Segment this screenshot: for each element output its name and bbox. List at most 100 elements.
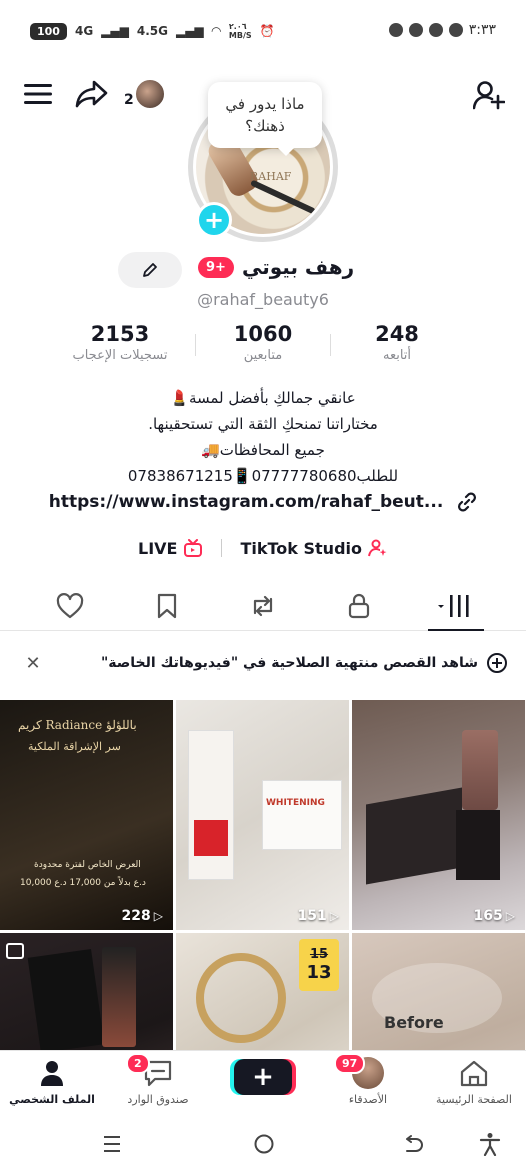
expired-stories-banner[interactable]: ✕ شاهد القصص منتهية الصلاحية في "فيديوها… bbox=[0, 640, 526, 686]
promo-text: العرض الخاص لفترة محدودة bbox=[34, 860, 141, 870]
studio-label: TikTok Studio bbox=[240, 538, 362, 558]
following-count: 248 bbox=[375, 322, 419, 346]
lipstick-case bbox=[456, 810, 500, 880]
likes-stat[interactable]: 2153 تسجيلات الإعجاب bbox=[45, 322, 195, 363]
add-circle-icon bbox=[487, 653, 507, 673]
recent-apps-button[interactable] bbox=[98, 1130, 126, 1158]
live-button[interactable]: LIVE bbox=[138, 539, 203, 558]
create-button[interactable]: + bbox=[234, 1059, 292, 1095]
view-count: 228 ▷ bbox=[122, 908, 163, 924]
product-label bbox=[194, 820, 228, 856]
tab-videos[interactable] bbox=[428, 583, 484, 631]
back-icon bbox=[406, 1135, 423, 1152]
bio-line: جميع المحافظات🚚 bbox=[201, 441, 325, 459]
circle-home-icon bbox=[254, 1134, 274, 1154]
person-icon bbox=[41, 1061, 63, 1086]
stats-row: 2153 تسجيلات الإعجاب 1060 متابعين 248 أت… bbox=[0, 322, 526, 374]
alarm-icon: ⏰ bbox=[259, 24, 275, 38]
telegram-icon bbox=[408, 23, 423, 37]
video-thumbnail[interactable]: كريم Radiance باللؤلؤ سر الإشراقة الملكي… bbox=[0, 700, 173, 930]
accessibility-icon bbox=[479, 1133, 501, 1156]
product-text: WHITENING bbox=[266, 798, 325, 808]
bio-line: مختاراتنا تمنحكِ الثقة التي تستحقينها. bbox=[148, 415, 378, 433]
live-label: LIVE bbox=[138, 538, 178, 558]
add-user-icon bbox=[473, 81, 505, 110]
lipstick-shape bbox=[462, 730, 498, 810]
network-indicator-1: 4G bbox=[74, 24, 94, 38]
notification-badge[interactable]: 9+ bbox=[198, 257, 234, 278]
thought-bubble[interactable]: ماذا يدور في ذهنك؟ bbox=[208, 82, 322, 156]
signal-icon-2: ▂▄▆ bbox=[175, 24, 204, 38]
nav-profile[interactable]: الملف الشخصي bbox=[2, 1057, 102, 1106]
nav-home-label: الصفحة الرئيسية bbox=[436, 1093, 512, 1106]
home-nav-icon bbox=[424, 1057, 524, 1089]
nav-inbox[interactable]: 2 صندوق الوارد bbox=[108, 1053, 208, 1106]
home-system-button[interactable] bbox=[250, 1130, 278, 1158]
heart-icon bbox=[56, 593, 84, 619]
tab-liked[interactable] bbox=[42, 583, 98, 629]
bio-line: للطلب07777780680📱07838671215 bbox=[127, 467, 399, 485]
video-title: كريم Radiance باللؤلؤ bbox=[18, 718, 137, 732]
data-speed: ٢.٠٦ MB/S bbox=[228, 22, 252, 40]
separator bbox=[221, 539, 223, 557]
following-stat[interactable]: 248 أتابعه bbox=[322, 322, 472, 363]
menu-button[interactable] bbox=[22, 78, 54, 110]
compact-shape bbox=[196, 953, 286, 1043]
view-count-value: 228 bbox=[121, 908, 151, 924]
nav-friends[interactable]: 97 الأصدقاء bbox=[318, 1053, 418, 1106]
nav-home[interactable]: الصفحة الرئيسية bbox=[424, 1057, 524, 1106]
bio-link[interactable]: https://www.instagram.com/rahaf_beut... bbox=[0, 492, 526, 512]
creator-icon bbox=[368, 539, 387, 557]
lock-icon bbox=[348, 593, 370, 619]
video-thumbnail[interactable]: 165 ▷ bbox=[352, 700, 525, 930]
back-button[interactable] bbox=[400, 1130, 428, 1158]
banner-text: شاهد القصص منتهية الصلاحية في "فيديوهاتك… bbox=[100, 655, 478, 671]
followers-label: متابعين bbox=[243, 348, 283, 363]
before-label: Before bbox=[384, 1013, 444, 1032]
nav-friends-label: الأصدقاء bbox=[348, 1093, 388, 1106]
add-story-button[interactable]: + bbox=[196, 202, 232, 238]
battery-indicator: 100 bbox=[30, 22, 67, 40]
messenger-icon bbox=[388, 23, 403, 37]
tab-saved[interactable] bbox=[139, 583, 195, 629]
bio-line: عانقي جمالكِ بأفضل لمسة💄 bbox=[170, 389, 356, 407]
tab-private[interactable] bbox=[331, 583, 387, 629]
price-text: 10,000 د.ع بدلاً من 17,000 د.ع bbox=[20, 878, 146, 888]
view-count: 165 ▷ bbox=[474, 908, 515, 924]
inbox-badge: 2 bbox=[126, 1053, 150, 1074]
followers-stat[interactable]: 1060 متابعين bbox=[188, 322, 338, 363]
mini-avatar bbox=[134, 78, 166, 110]
video-thumbnail[interactable] bbox=[0, 933, 173, 1050]
banner-content: شاهد القصص منتهية الصلاحية في "فيديوهاتك… bbox=[101, 652, 508, 674]
status-left: 100 4G ▂▄▆ 4.5G ▂▄▆ ◠ ٢.٠٦ MB/S ⏰ bbox=[30, 22, 275, 40]
tab-reposts[interactable] bbox=[235, 583, 291, 629]
status-right: ٣:٣٣ bbox=[388, 22, 496, 38]
edit-profile-button[interactable] bbox=[118, 252, 182, 288]
bookmark-icon bbox=[157, 593, 177, 619]
product-box bbox=[188, 730, 234, 880]
profile-nav-icon bbox=[2, 1057, 102, 1089]
add-friend-button[interactable] bbox=[470, 76, 508, 114]
accessibility-button[interactable] bbox=[476, 1130, 504, 1158]
share-button[interactable] bbox=[72, 76, 110, 112]
tiktok-studio-button[interactable]: TikTok Studio bbox=[240, 539, 388, 558]
followers-preview-button[interactable]: 2 bbox=[122, 76, 166, 116]
display-name: رهف بيوتي bbox=[242, 255, 355, 279]
following-label: أتابعه bbox=[382, 348, 412, 363]
inbox-nav-icon: 2 bbox=[108, 1053, 208, 1089]
video-thumbnail[interactable]: Before bbox=[352, 933, 525, 1050]
quick-actions: LIVE TikTok Studio bbox=[0, 535, 526, 561]
video-thumbnail[interactable]: 15 13 bbox=[176, 933, 349, 1050]
new-price: 13 bbox=[306, 962, 332, 983]
signal-icon: ▂▄▆ bbox=[101, 24, 129, 38]
bio-link-text: https://www.instagram.com/rahaf_beut... bbox=[48, 492, 444, 512]
link-icon bbox=[458, 492, 477, 512]
repost-icon bbox=[253, 595, 273, 617]
video-thumbnail[interactable]: WHITENING 151 ▷ bbox=[176, 700, 349, 930]
friends-nav-icon: 97 bbox=[318, 1053, 418, 1089]
view-count-value: 165 bbox=[473, 908, 503, 924]
multi-image-icon bbox=[6, 943, 24, 959]
bottom-nav: الملف الشخصي 2 صندوق الوارد + 97 الأصدقا… bbox=[0, 1050, 526, 1116]
close-icon[interactable]: ✕ bbox=[22, 652, 44, 674]
old-price: 15 bbox=[309, 947, 329, 962]
